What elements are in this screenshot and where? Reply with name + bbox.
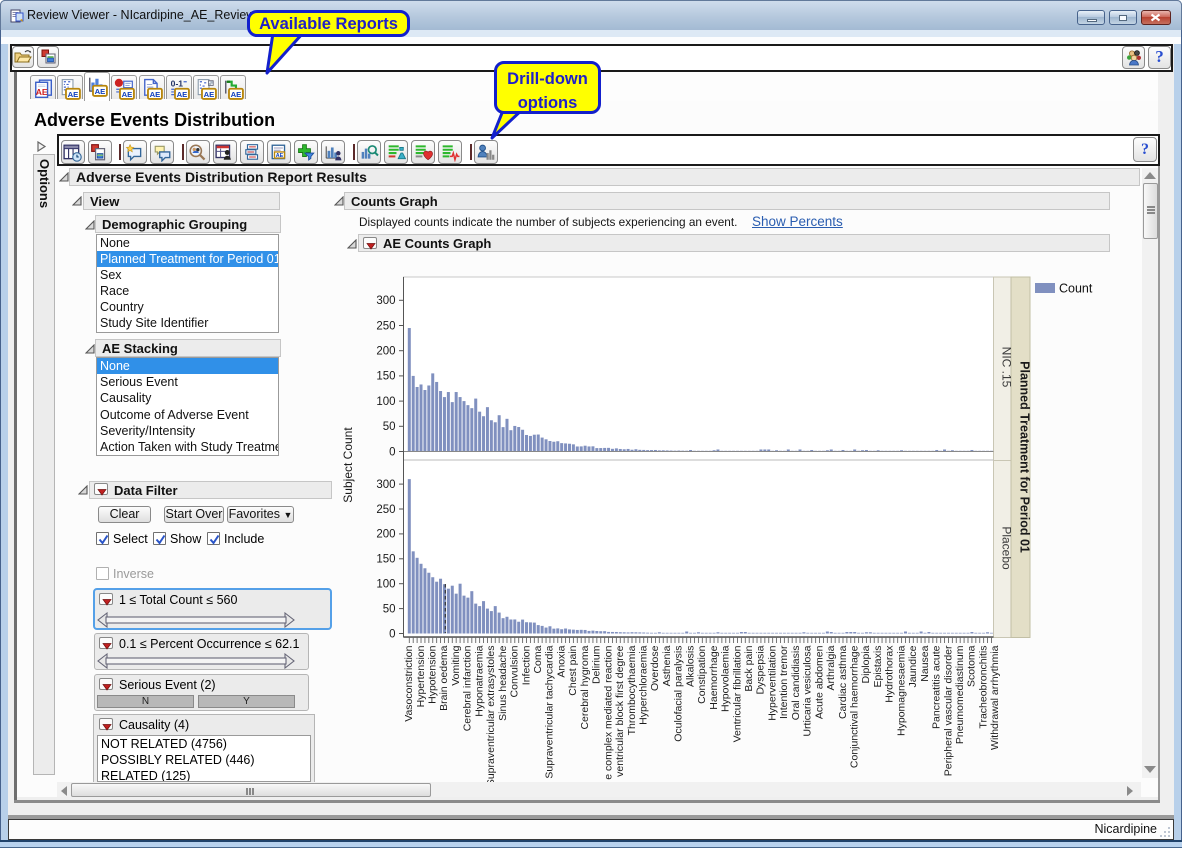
svg-text:Oculofacial paralysis: Oculofacial paralysis	[673, 646, 685, 742]
svg-text:250: 250	[376, 504, 395, 516]
svg-text:Alkalosis: Alkalosis	[684, 646, 696, 687]
svg-text:ventricular block first degree: ventricular block first degree	[614, 645, 626, 776]
svg-text:0: 0	[389, 628, 395, 640]
svg-text:200: 200	[376, 529, 395, 541]
svg-text:50: 50	[383, 603, 396, 615]
svg-text:Arthralgia: Arthralgia	[825, 645, 837, 690]
svg-text:Constipation: Constipation	[696, 645, 708, 704]
svg-text:Coma: Coma	[532, 645, 544, 673]
svg-text:50: 50	[383, 421, 396, 433]
svg-text:Oral candidiasis: Oral candidiasis	[790, 646, 802, 721]
svg-text:Anoxia: Anoxia	[555, 645, 567, 677]
svg-text:Intention tremor: Intention tremor	[778, 645, 790, 719]
svg-text:Subject Count: Subject Count	[341, 427, 355, 503]
svg-text:Epistaxis: Epistaxis	[872, 646, 884, 688]
svg-text:Supraventricular tachycardia: Supraventricular tachycardia	[544, 645, 556, 778]
svg-text:Asthenia: Asthenia	[661, 645, 673, 686]
svg-text:Peripheral vascular disorder: Peripheral vascular disorder	[942, 645, 954, 776]
svg-text:100: 100	[376, 579, 395, 591]
svg-text:Delirium: Delirium	[591, 645, 603, 684]
svg-text:Cerebral infarction: Cerebral infarction	[462, 645, 474, 731]
svg-text:Supraventricular extrasystoles: Supraventricular extrasystoles	[485, 646, 497, 787]
svg-text:Ventricular fibrillation: Ventricular fibrillation	[731, 645, 743, 742]
svg-text:300: 300	[376, 295, 395, 307]
svg-text:Conjunctival haemorrhage: Conjunctival haemorrhage	[848, 645, 860, 768]
svg-text:Infection: Infection	[520, 645, 532, 685]
svg-text:300: 300	[376, 479, 395, 491]
svg-text:Convulsion: Convulsion	[509, 645, 521, 697]
svg-text:250: 250	[376, 320, 395, 332]
svg-text:Diplopia: Diplopia	[860, 645, 872, 683]
svg-text:Placebo: Placebo	[1000, 526, 1014, 570]
svg-text:Tracheobronchitis: Tracheobronchitis	[977, 646, 989, 729]
svg-text:Thrombocythaemia: Thrombocythaemia	[626, 645, 638, 735]
svg-text:Overdose: Overdose	[649, 645, 661, 691]
svg-text:Hypomagnesaemia: Hypomagnesaemia	[895, 645, 907, 736]
svg-text:Scotoma: Scotoma	[966, 645, 978, 687]
svg-text:e complex mediated reaction: e complex mediated reaction	[602, 645, 614, 779]
svg-text:Pancreatitis acute: Pancreatitis acute	[931, 645, 943, 729]
svg-text:Cerebral hygroma: Cerebral hygroma	[579, 645, 591, 729]
svg-text:Hydrothorax: Hydrothorax	[884, 645, 896, 703]
svg-text:Hyponatraemia: Hyponatraemia	[473, 645, 485, 716]
svg-text:Acute abdomen: Acute abdomen	[813, 645, 825, 719]
svg-text:Nausea: Nausea	[919, 645, 931, 681]
svg-text:Hyperchloraemia: Hyperchloraemia	[638, 645, 650, 725]
svg-text:Sinus headache: Sinus headache	[497, 645, 509, 720]
svg-text:Jaundice: Jaundice	[907, 645, 919, 687]
svg-text:150: 150	[376, 371, 395, 383]
svg-text:Count: Count	[1059, 282, 1093, 296]
svg-text:100: 100	[376, 396, 395, 408]
svg-text:Back pain: Back pain	[743, 645, 755, 691]
svg-text:Planned Treatment for Period 0: Planned Treatment for Period 01	[1018, 361, 1032, 553]
svg-text:Vomiting: Vomiting	[450, 645, 462, 685]
svg-text:Vasoconstriction: Vasoconstriction	[403, 645, 415, 721]
svg-text:Hypertension: Hypertension	[415, 645, 427, 707]
svg-text:Dyspepsia: Dyspepsia	[755, 645, 767, 694]
svg-text:Cardiac asthma: Cardiac asthma	[837, 645, 849, 719]
svg-text:Haemorrhage: Haemorrhage	[708, 645, 720, 709]
svg-text:Hypotension: Hypotension	[427, 645, 439, 704]
svg-text:0: 0	[389, 446, 395, 458]
svg-text:Urticaria vesiculosa: Urticaria vesiculosa	[802, 645, 814, 736]
svg-text:Hyperventilation: Hyperventilation	[766, 645, 778, 720]
svg-text:NIC .15: NIC .15	[1000, 347, 1014, 388]
svg-text:Hypovolaemia: Hypovolaemia	[720, 645, 732, 712]
svg-text:150: 150	[376, 554, 395, 566]
svg-text:200: 200	[376, 346, 395, 358]
svg-text:Pneumomediastinum: Pneumomediastinum	[954, 645, 966, 744]
svg-text:Withdrawal arrhythmia: Withdrawal arrhythmia	[989, 645, 1001, 750]
svg-text:Brain oedema: Brain oedema	[438, 645, 450, 711]
svg-text:Chest pain: Chest pain	[567, 645, 579, 695]
